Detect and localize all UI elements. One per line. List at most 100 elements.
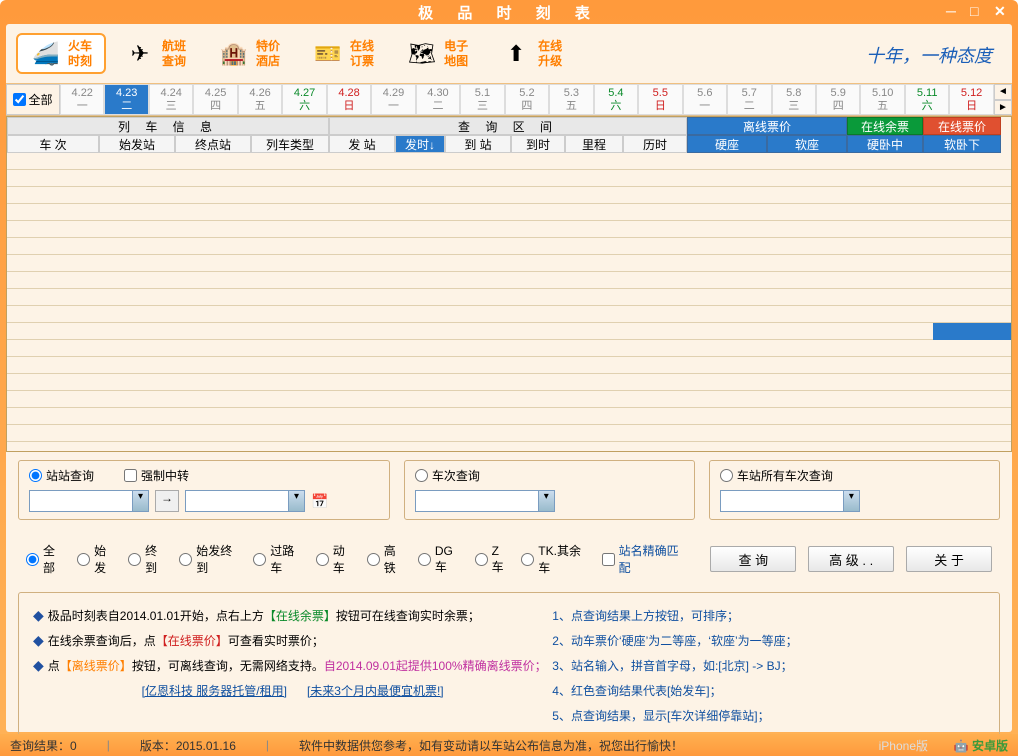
table-row[interactable] [7,391,1011,408]
calendar-icon[interactable]: 📅 [311,493,327,509]
maximize-button[interactable]: □ [970,3,988,17]
iphone-link[interactable]: iPhone版 [879,737,928,754]
table-row[interactable] [7,306,1011,323]
table-row[interactable] [7,170,1011,187]
link-server[interactable]: [亿恩科技 服务器托管/租用] [142,684,287,698]
station-query-radio[interactable]: 站站查询 [29,467,94,484]
date-5.6[interactable]: 5.6一 [683,84,727,115]
table-row[interactable] [7,408,1011,425]
date-4.26[interactable]: 4.26五 [238,84,282,115]
date-4.25[interactable]: 4.25四 [193,84,237,115]
filter-z[interactable]: Z车 [475,544,510,575]
filter-pass[interactable]: 过路车 [253,542,304,576]
link-flight[interactable]: [未来3个月内最便宜机票!] [307,684,444,698]
filter-tk[interactable]: TK.其余车 [521,542,589,576]
selected-cell[interactable] [933,323,1011,340]
navbar: 🚄火车时刻✈航班查询🏨特价酒店🎫在线订票🗺电子地图⬆在线升级 十年，一种态度 [6,24,1012,84]
date-5.10[interactable]: 5.10五 [860,84,904,115]
col-hard-seat[interactable]: 硬座 [687,135,767,153]
swap-button[interactable]: → [155,490,179,512]
col-train-no[interactable]: 车 次 [7,135,99,153]
table-row[interactable] [7,153,1011,170]
date-5.5[interactable]: 5.5日 [638,84,682,115]
col-arrive-time[interactable]: 到时 [511,135,565,153]
table-row[interactable] [7,357,1011,374]
nav-升级[interactable]: ⬆在线升级 [486,33,576,74]
about-button[interactable]: 关 于 [906,546,992,572]
date-4.24[interactable]: 4.24三 [149,84,193,115]
nav-酒店[interactable]: 🏨特价酒店 [204,33,294,74]
col-duration[interactable]: 历时 [623,135,687,153]
filter-dg[interactable]: DG车 [418,544,463,575]
query-button[interactable]: 查 询 [710,546,796,572]
table-row[interactable] [7,221,1011,238]
col-train-type[interactable]: 列车类型 [251,135,329,153]
table-row[interactable] [7,238,1011,255]
table-row[interactable] [7,204,1011,221]
date-prev-button[interactable]: ◄ [994,84,1012,100]
filter-dongche[interactable]: 动车 [316,542,355,576]
advanced-button[interactable]: 高 级 . . [808,546,894,572]
nav-时刻[interactable]: 🚄火车时刻 [16,33,106,74]
date-4.27[interactable]: 4.27六 [282,84,326,115]
date-5.8[interactable]: 5.8三 [772,84,816,115]
trainno-combo[interactable]: ▾ [415,490,555,512]
col-start-station[interactable]: 始发站 [99,135,175,153]
trainno-query-radio[interactable]: 车次查询 [415,467,480,484]
android-link[interactable]: 🤖 安卓版 [954,737,1008,754]
date-5.3[interactable]: 5.3五 [549,84,593,115]
col-end-station[interactable]: 终点站 [175,135,251,153]
date-5.4[interactable]: 5.4六 [594,84,638,115]
nav-订票[interactable]: 🎫在线订票 [298,33,388,74]
date-5.1[interactable]: 5.1三 [460,84,504,115]
table-row[interactable] [7,272,1011,289]
date-5.11[interactable]: 5.11六 [905,84,949,115]
table-row[interactable] [7,323,1011,340]
nav-icon: ✈ [124,41,156,67]
table-row[interactable] [7,255,1011,272]
col-soft-sleeper[interactable]: 软卧下 [923,135,1001,153]
close-button[interactable]: ✕ [994,3,1012,17]
date-4.29[interactable]: 4.29一 [371,84,415,115]
col-arrive-station[interactable]: 到 站 [445,135,511,153]
grid-body[interactable] [7,153,1011,451]
filter-start[interactable]: 始发 [77,542,116,576]
from-station-combo[interactable]: ▾ [29,490,149,512]
station-all-combo[interactable]: ▾ [720,490,860,512]
hgroup-online-remain[interactable]: 在线余票 [847,117,923,135]
table-row[interactable] [7,425,1011,442]
table-row[interactable] [7,374,1011,391]
hgroup-offline-price[interactable]: 离线票价 [687,117,847,135]
date-5.9[interactable]: 5.9四 [816,84,860,115]
all-checkbox[interactable] [13,93,26,106]
col-depart-time-sorted[interactable]: 发时↓ [395,135,445,153]
col-depart-station[interactable]: 发 站 [329,135,395,153]
to-station-combo[interactable]: ▾ [185,490,305,512]
table-row[interactable] [7,340,1011,357]
date-5.7[interactable]: 5.7二 [727,84,771,115]
date-4.22[interactable]: 4.22一 [60,84,104,115]
filter-all[interactable]: 全部 [26,542,65,576]
exact-match-checkbox[interactable]: 站名精确匹配 [602,542,687,576]
station-all-radio[interactable]: 车站所有车次查询 [720,467,833,484]
nav-查询[interactable]: ✈航班查询 [110,33,200,74]
col-distance[interactable]: 里程 [565,135,623,153]
filter-startend[interactable]: 始发终到 [179,542,241,576]
date-all-checkbox[interactable]: 全部 [6,84,60,115]
table-row[interactable] [7,289,1011,306]
date-5.2[interactable]: 5.2四 [505,84,549,115]
col-hard-sleeper[interactable]: 硬卧中 [847,135,923,153]
filter-end[interactable]: 终到 [128,542,167,576]
force-transfer-checkbox[interactable]: 强制中转 [124,467,189,484]
col-soft-seat[interactable]: 软座 [767,135,847,153]
minimize-button[interactable]: ─ [946,3,964,17]
date-5.12[interactable]: 5.12日 [949,84,993,115]
table-row[interactable] [7,187,1011,204]
date-4.28[interactable]: 4.28日 [327,84,371,115]
nav-地图[interactable]: 🗺电子地图 [392,33,482,74]
date-4.30[interactable]: 4.30二 [416,84,460,115]
hgroup-online-price[interactable]: 在线票价 [923,117,1001,135]
date-4.23[interactable]: 4.23二 [104,84,148,115]
date-next-button[interactable]: ► [994,100,1012,116]
filter-gaotie[interactable]: 高铁 [367,542,406,576]
